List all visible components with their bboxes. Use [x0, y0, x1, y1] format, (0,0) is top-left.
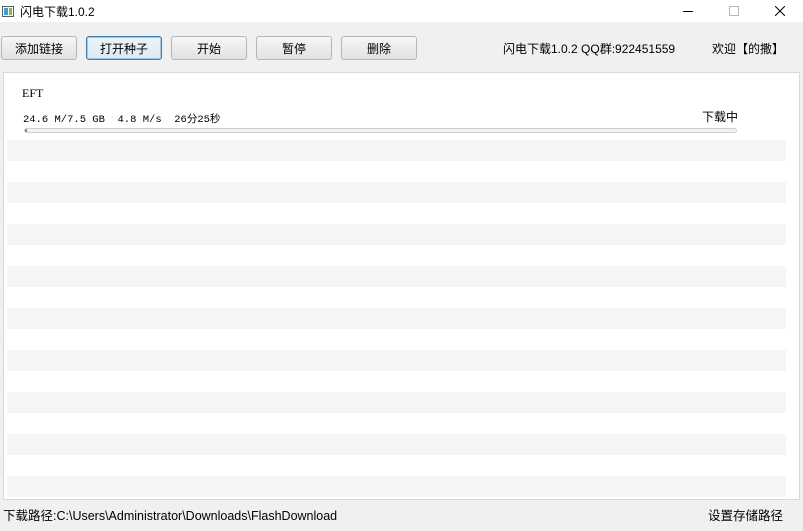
download-path-label: 下载路径:C:\Users\Administrator\Downloads\Fl… [3, 509, 338, 523]
add-link-button[interactable]: 添加链接 [1, 36, 77, 60]
empty-list-row [7, 266, 786, 287]
download-progress-bar [24, 128, 737, 133]
empty-list-row [7, 224, 786, 245]
window-controls [665, 0, 803, 22]
download-progress-fill [25, 129, 28, 132]
toolbar: 添加链接 打开种子 开始 暂停 删除 闪电下载1.0.2 QQ群:9224515… [0, 22, 803, 72]
download-name: EFT [22, 86, 44, 100]
empty-list-row [7, 392, 786, 413]
minimize-icon[interactable] [665, 0, 711, 22]
empty-list-row [7, 476, 786, 497]
window-title: 闪电下载1.0.2 [20, 4, 95, 19]
empty-list-row [7, 434, 786, 455]
maximize-icon[interactable] [711, 0, 757, 22]
download-list: EFT 24.6 M/7.5 GB 4.8 M/s 26分25秒 下载中 [3, 72, 800, 500]
status-bar: 下载路径:C:\Users\Administrator\Downloads\Fl… [0, 500, 803, 531]
empty-list-row [7, 182, 786, 203]
download-status: 下载中 [702, 110, 739, 124]
close-icon[interactable] [757, 0, 803, 22]
app-version-info: 闪电下载1.0.2 QQ群:922451559 [503, 42, 676, 56]
set-storage-path-link[interactable]: 设置存储路径 [708, 505, 783, 524]
empty-list-row [7, 140, 786, 161]
empty-list-row [7, 350, 786, 371]
download-stats: 24.6 M/7.5 GB 4.8 M/s 26分25秒 [23, 114, 221, 126]
delete-button[interactable]: 删除 [341, 36, 417, 60]
title-bar: 闪电下载1.0.2 [0, 0, 803, 22]
empty-list-row [7, 308, 786, 329]
open-torrent-button[interactable]: 打开种子 [86, 36, 162, 60]
app-icon [2, 5, 14, 17]
welcome-text: 欢迎【的撒】 [712, 42, 785, 56]
pause-button[interactable]: 暂停 [256, 36, 332, 60]
start-button[interactable]: 开始 [171, 36, 247, 60]
download-item[interactable]: EFT 24.6 M/7.5 GB 4.8 M/s 26分25秒 下载中 [4, 73, 799, 139]
